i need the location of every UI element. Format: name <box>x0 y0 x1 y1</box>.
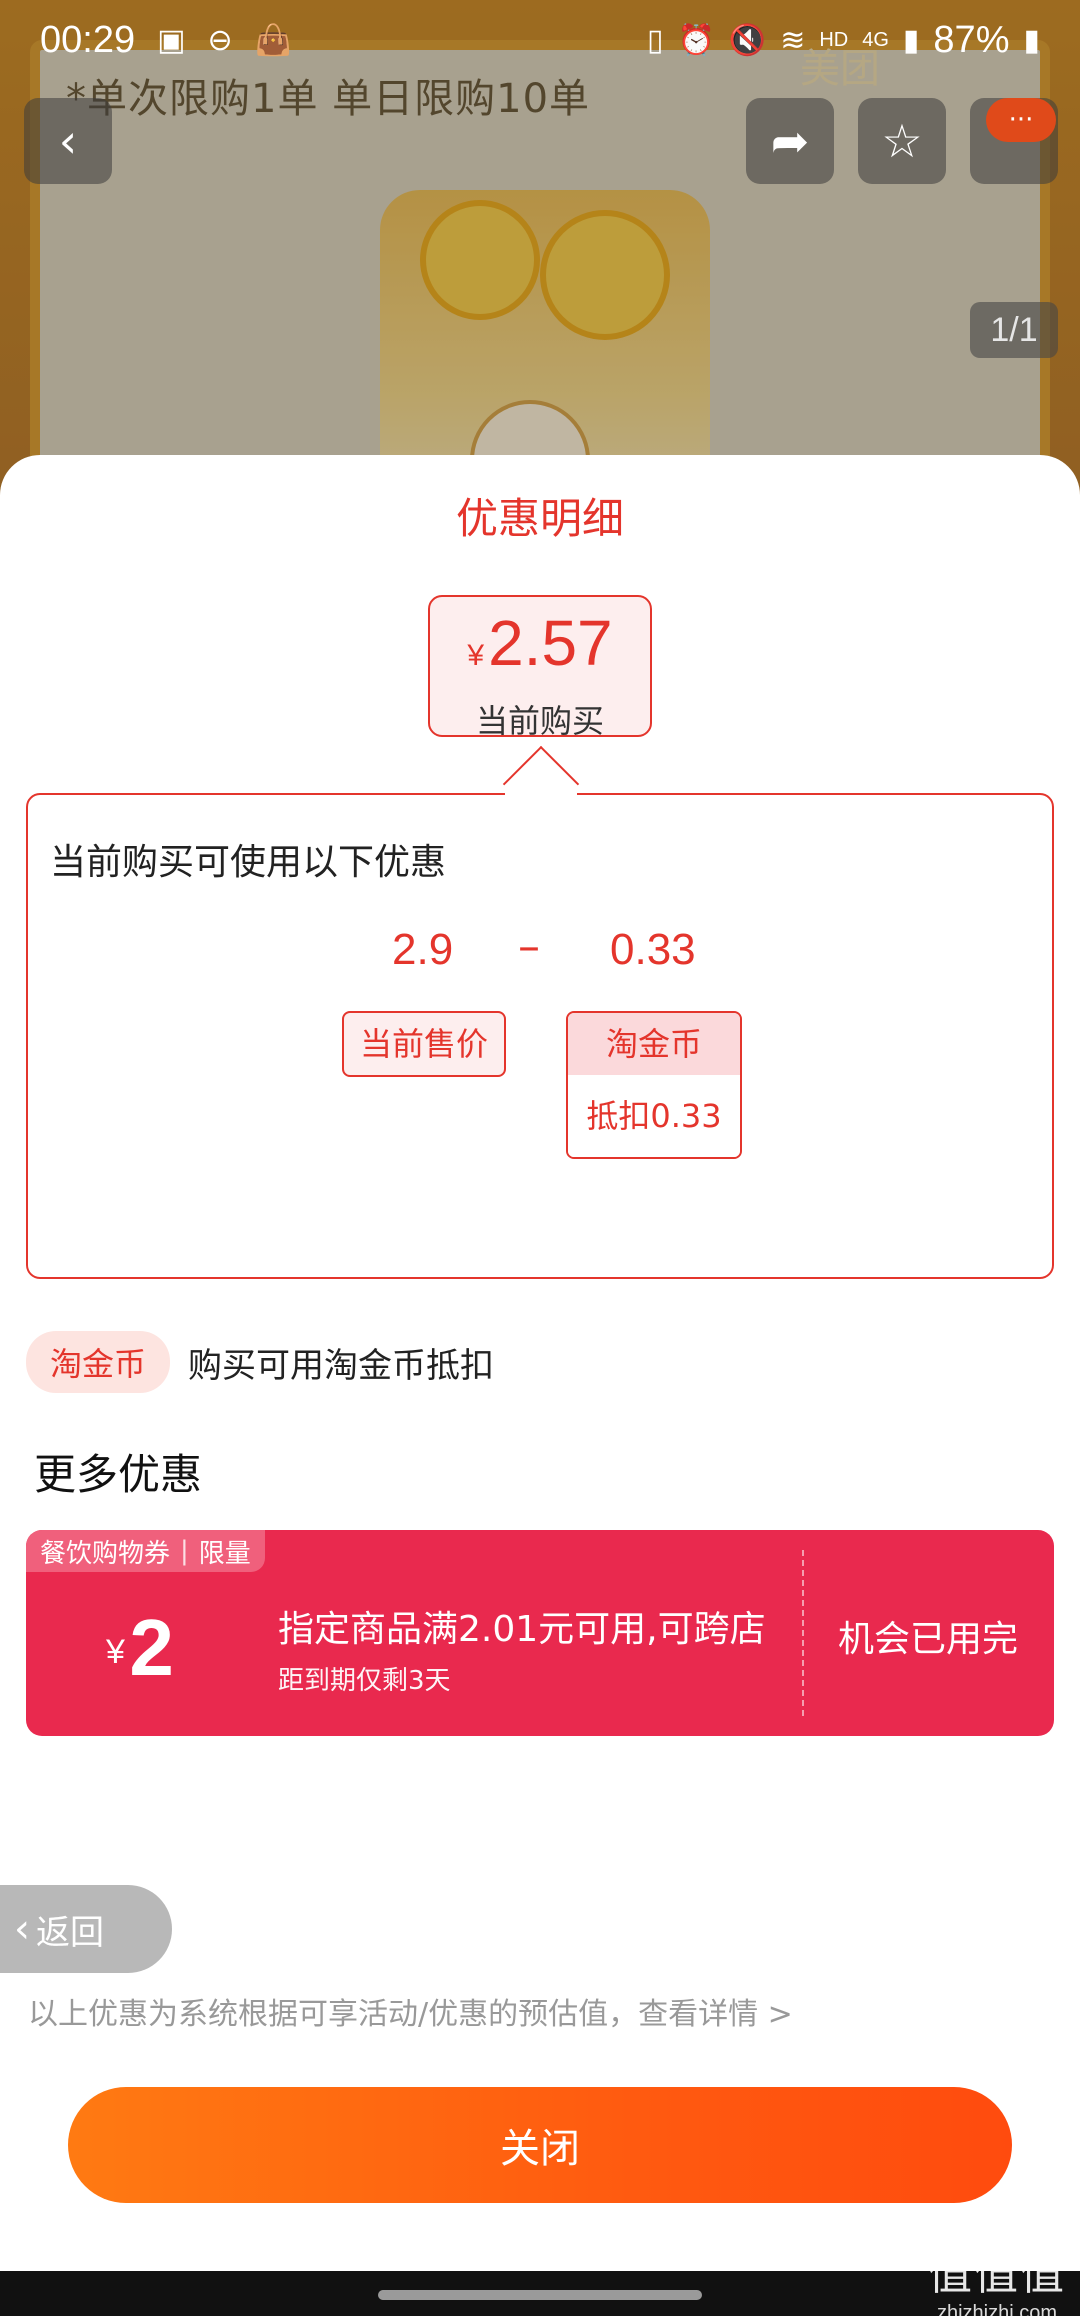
current-price: ¥2.57 <box>430 603 650 696</box>
coupon-limit: 限量 <box>198 1538 251 1569</box>
battery-icon: ▮ <box>1023 23 1040 57</box>
battery-saver-icon: ▯ <box>646 23 664 57</box>
chevron-left-icon: ‹ <box>14 1906 30 1952</box>
sale-price-value: 2.9 <box>392 925 454 974</box>
coin-pill: 淘金币 <box>26 1331 171 1393</box>
disclaimer-link[interactable]: 以上优惠为系统根据可享活动/优惠的预估值，查看详情 > <box>28 1989 793 2033</box>
coin-info-row: 淘金币 购买可用淘金币抵扣 <box>26 1331 494 1393</box>
current-price-label: 当前购买 <box>475 702 604 740</box>
share-icon: ➦ <box>770 114 810 168</box>
image-page-indicator: 1/1 <box>970 302 1058 358</box>
current-price-box: ¥2.57 当前购买 <box>428 595 652 740</box>
home-gesture-handle[interactable] <box>378 2290 702 2300</box>
coupon-condition: 指定商品满2.01元可用,可跨店 <box>278 1609 766 1650</box>
coupon-expiry: 距到期仅剩3天 <box>278 1666 451 1696</box>
coupon-card[interactable]: 餐饮购物券 | 限量 ¥ 2 指定商品满2.01元可用,可跨店 距到期仅剩3天 … <box>26 1530 1054 1736</box>
coin-tag-detail: 抵扣0.33 <box>568 1075 740 1157</box>
current-price-value: 2.57 <box>488 607 613 679</box>
coin-description: 购买可用淘金币抵扣 <box>188 1345 495 1386</box>
watermark-url: zhizhizhi.com <box>936 2302 1058 2316</box>
sale-price-tag: 当前售价 <box>342 1011 506 1077</box>
back-button[interactable]: ‹ <box>24 98 112 184</box>
do-not-disturb-icon: ⊖ <box>207 22 233 58</box>
coin-deduction-tag: 淘金币 抵扣0.33 <box>566 1011 742 1159</box>
alarm-icon: ⏰ <box>677 23 715 57</box>
coupon-tag-separator: | <box>180 1536 189 1566</box>
mute-icon: 🔇 <box>728 23 767 57</box>
coin-tag-label: 淘金币 <box>568 1013 740 1075</box>
star-icon: ☆ <box>881 114 923 168</box>
network-label: 4G <box>862 28 889 51</box>
close-button[interactable]: 关闭 <box>68 2087 1012 2203</box>
status-time: 00:29 <box>40 18 136 61</box>
minus-sign: – <box>518 921 540 972</box>
signal-icon: ▮ <box>902 23 920 57</box>
chevron-left-icon: ‹ <box>58 114 78 168</box>
more-badge: ··· <box>986 98 1056 142</box>
discount-detail-sheet: 优惠明细 ¥2.57 当前购买 当前购买可使用以下优惠 2.9 – 0.33 当… <box>0 455 1080 2271</box>
deduction-value: 0.33 <box>610 925 696 974</box>
coupon-type: 餐饮购物券 <box>40 1538 171 1569</box>
breakdown-heading: 当前购买可使用以下优惠 <box>50 842 447 883</box>
currency-symbol: ¥ <box>467 639 485 672</box>
sheet-title: 优惠明细 <box>455 494 624 543</box>
share-button[interactable]: ➦ <box>746 98 834 184</box>
coupon-divider <box>802 1550 804 1716</box>
coupon-currency: ¥ <box>106 1633 125 1671</box>
battery-percent: 87% <box>933 18 1010 61</box>
status-bar: 00:29 ▣ ⊖ 👜 ▯ ⏰ 🔇 ≋ HD 4G ▮ 87% ▮ <box>0 0 1080 80</box>
gallery-icon: ▣ <box>157 22 186 58</box>
floating-back-label: 返回 <box>36 1912 104 1953</box>
coupon-status: 机会已用完 <box>838 1619 1019 1660</box>
coupon-tag: 餐饮购物券 | 限量 <box>26 1530 265 1572</box>
shopping-bag-icon: 👜 <box>254 22 292 58</box>
watermark-logo: 值值值 <box>928 2250 1066 2299</box>
hd-label: HD <box>819 28 849 51</box>
coupon-amount: ¥ 2 <box>106 1602 174 1694</box>
wifi-icon: ≋ <box>780 23 806 57</box>
coupon-amount-value: 2 <box>129 1603 174 1692</box>
floating-back-button[interactable]: ‹ 返回 <box>0 1885 172 1973</box>
more-discounts-title: 更多优惠 <box>34 1450 203 1499</box>
favorite-button[interactable]: ☆ <box>858 98 946 184</box>
watermark: 值值值 zhizhizhi.com <box>928 2238 1066 2316</box>
